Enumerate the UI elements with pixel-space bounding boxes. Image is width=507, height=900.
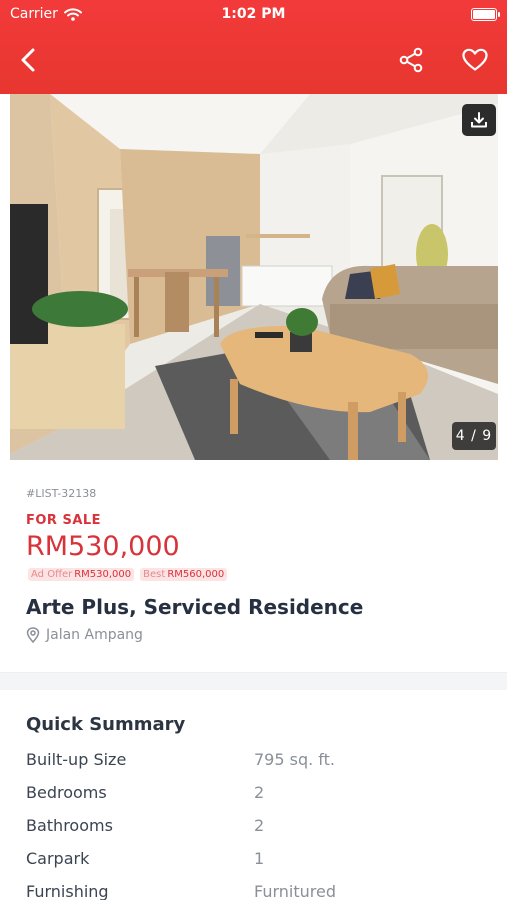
summary-row-bathrooms: Bathrooms 2 (26, 816, 486, 840)
summary-row-carpark: Carpark 1 (26, 849, 486, 873)
listing-price: RM530,000 (26, 531, 180, 562)
quick-summary-section: Quick Summary Built-up Size 795 sq. ft. … (0, 690, 507, 900)
section-title: Quick Summary (26, 714, 186, 735)
summary-value: Furnitured (254, 882, 336, 900)
top-bar: Carrier 1:02 PM (0, 0, 507, 94)
section-divider (0, 672, 507, 690)
summary-row-bedrooms: Bedrooms 2 (26, 783, 486, 807)
chevron-left-icon (21, 48, 35, 72)
listing-location[interactable]: Jalan Ampang (26, 627, 143, 643)
ad-offer-chip: Ad Offer RM530,000 (28, 568, 135, 581)
summary-row-furnishing: Furnishing Furnitured (26, 882, 486, 900)
heart-outline-icon (462, 48, 488, 71)
best-offer-label: Best (143, 569, 166, 580)
summary-value: 2 (254, 816, 265, 835)
summary-value: 1 (254, 849, 265, 868)
living-room-photo (10, 94, 498, 460)
summary-label: Bedrooms (26, 783, 107, 802)
location-pin-icon (26, 627, 40, 643)
share-button[interactable] (395, 44, 427, 76)
summary-label: Carpark (26, 849, 90, 868)
summary-label: Bathrooms (26, 816, 113, 835)
summary-row-built-up-size: Built-up Size 795 sq. ft. (26, 750, 486, 774)
property-photo[interactable]: 4 / 9 (10, 94, 498, 460)
status-bar: Carrier 1:02 PM (0, 6, 507, 26)
download-button[interactable] (462, 104, 496, 136)
listing-title: Arte Plus, Serviced Residence (26, 595, 364, 619)
best-offer-chip: Best RM560,000 (140, 568, 228, 581)
ad-offer-value: RM530,000 (74, 569, 132, 580)
back-button[interactable] (12, 44, 44, 76)
listing-info: #LIST-32138 FOR SALE RM530,000 Ad Offer R… (0, 460, 507, 672)
location-text: Jalan Ampang (46, 627, 143, 643)
summary-label: Furnishing (26, 882, 109, 900)
download-icon (471, 112, 487, 128)
offer-chips: Ad Offer RM530,000 Best RM560,000 (28, 568, 228, 581)
summary-value: 2 (254, 783, 265, 802)
summary-value: 795 sq. ft. (254, 750, 335, 769)
summary-label: Built-up Size (26, 750, 127, 769)
favorite-button[interactable] (459, 44, 491, 76)
sale-type-label: FOR SALE (26, 513, 102, 528)
battery-icon (471, 8, 500, 21)
photo-counter: 4 / 9 (452, 422, 496, 450)
listing-id: #LIST-32138 (26, 487, 97, 500)
status-time: 1:02 PM (221, 6, 286, 22)
best-offer-value: RM560,000 (167, 569, 225, 580)
ad-offer-label: Ad Offer (31, 569, 73, 580)
share-icon (399, 47, 423, 73)
